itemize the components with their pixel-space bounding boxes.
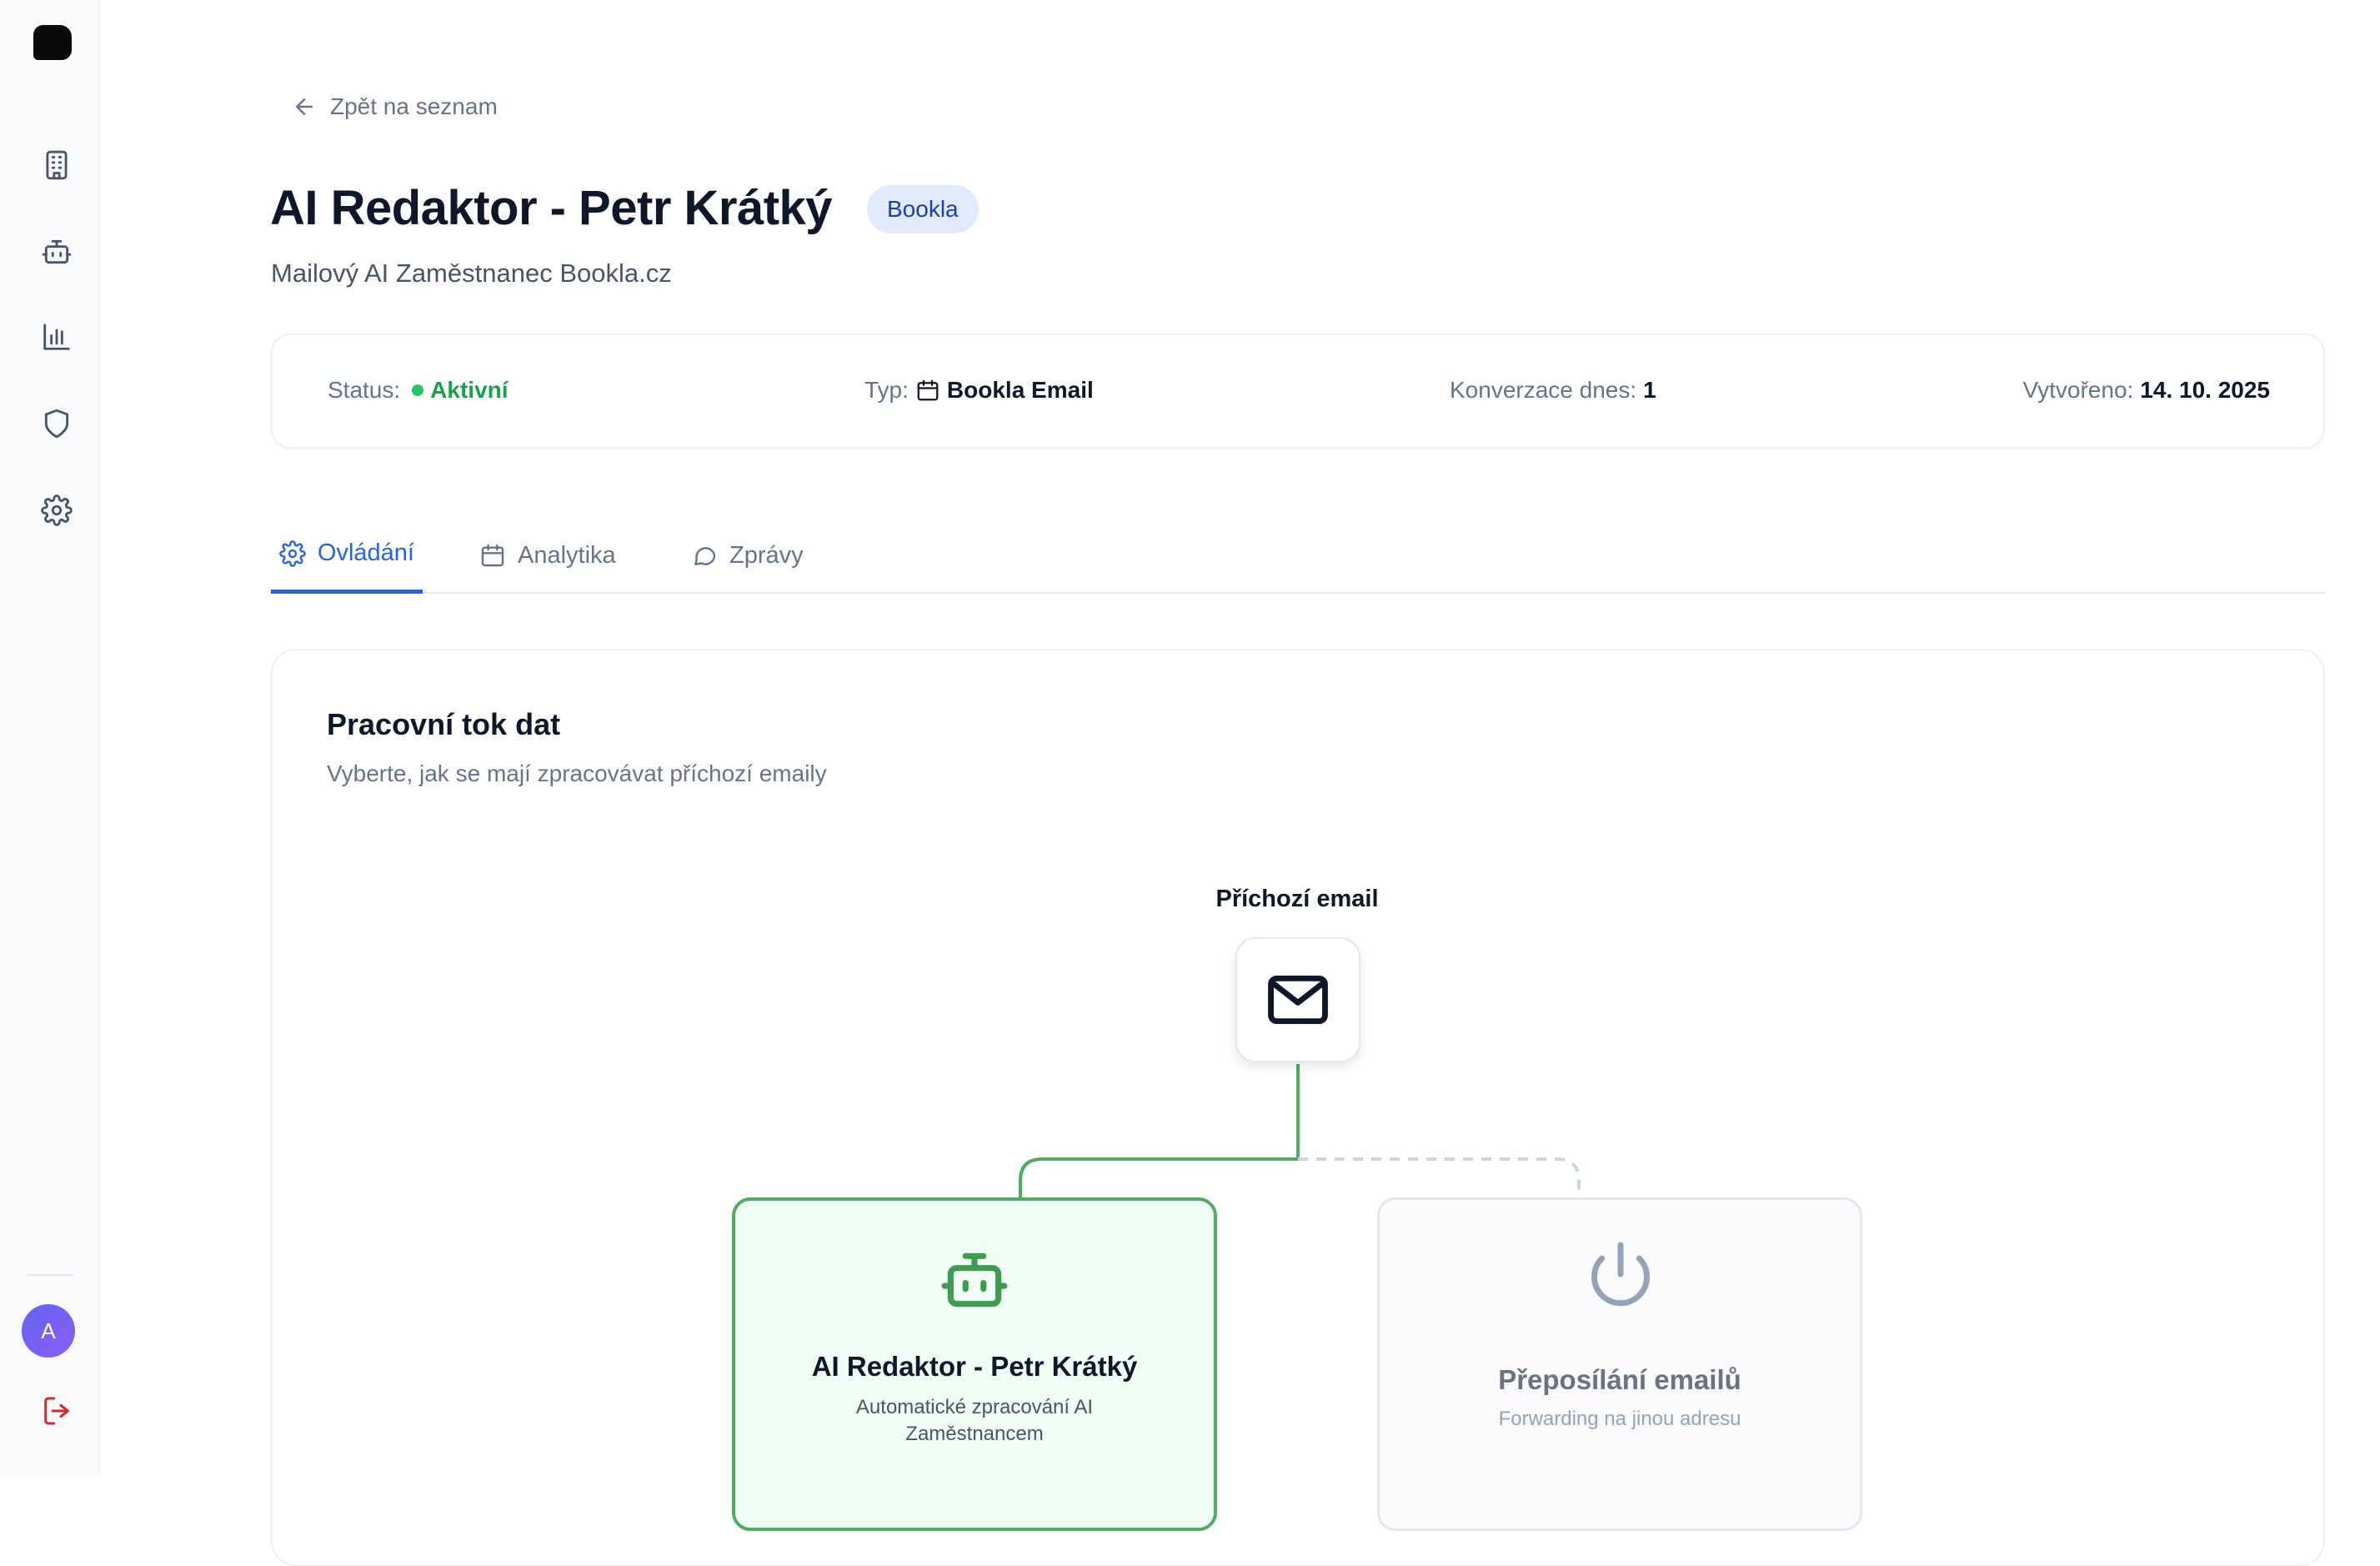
avatar[interactable]: A: [22, 1304, 75, 1358]
power-icon: [1591, 1242, 1650, 1307]
status-dot-icon: [412, 384, 424, 396]
calendar-icon: [481, 544, 504, 567]
tab-zpravy[interactable]: Zprávy: [683, 517, 812, 594]
building-icon[interactable]: [37, 145, 77, 185]
type-label: Typ:: [864, 377, 909, 403]
created-value: 14. 10. 2025: [2140, 377, 2270, 403]
created-label: Vytvořeno:: [2022, 377, 2134, 403]
incoming-email-node: [1235, 937, 1360, 1062]
info-card: Status: Aktivní Typ: Bookla Email Konver…: [271, 334, 2325, 449]
page-title: AI Redaktor - Petr Krátký: [270, 181, 833, 235]
ai-option-description: Automatické zpracování AI Zaměstnancem: [855, 1396, 1094, 1445]
status-info: Status: Aktivní: [328, 377, 509, 404]
sidebar: A: [0, 0, 100, 1475]
status-label: Status:: [328, 377, 401, 403]
app-logo[interactable]: [33, 25, 72, 60]
status-value: Aktivní: [430, 377, 509, 403]
workflow-description: Vyberte, jak se mají zpracovávat příchoz…: [327, 760, 827, 786]
forwarding-option-description: Forwarding na jinou adresu: [1498, 1408, 1741, 1430]
avatar-initial: A: [41, 1318, 56, 1343]
incoming-email-label: Příchozí email: [1215, 886, 1379, 912]
conversations-info: Konverzace dnes: 1: [1450, 377, 1656, 404]
tab-label: Ovládání: [317, 540, 414, 566]
conversations-value: 1: [1643, 377, 1656, 403]
bar-chart-icon[interactable]: [37, 317, 77, 357]
sidebar-divider: [27, 1274, 73, 1276]
ai-option-title: AI Redaktor - Petr Krátký: [811, 1351, 1138, 1382]
tab-label: Analytika: [518, 541, 616, 569]
back-link-label: Zpět na seznam: [330, 93, 498, 119]
bot-icon: [941, 1252, 1008, 1308]
shield-icon[interactable]: [37, 404, 77, 444]
created-info: Vytvořeno: 14. 10. 2025: [2022, 377, 2270, 404]
arrow-left-icon: [296, 98, 313, 115]
tab-label: Zprávy: [729, 541, 804, 569]
tab-bar: Ovládání Analytika Zprávy: [271, 517, 2325, 594]
conversations-label: Konverzace dnes:: [1450, 377, 1637, 403]
mail-icon: [1268, 975, 1328, 1025]
bot-icon[interactable]: [37, 232, 77, 272]
type-info: Typ: Bookla Email: [864, 377, 1094, 404]
logout-icon[interactable]: [37, 1391, 77, 1431]
company-badge: Bookla: [867, 185, 979, 233]
forwarding-option-title: Přeposílání emailů: [1498, 1364, 1741, 1395]
gear-icon: [279, 540, 306, 567]
type-value: Bookla Email: [946, 377, 1094, 403]
calendar-icon: [917, 379, 939, 401]
chat-bubble-icon: [694, 547, 716, 565]
tab-ovladani[interactable]: Ovládání: [271, 517, 423, 594]
gear-icon[interactable]: [37, 490, 77, 530]
tab-analytika[interactable]: Analytika: [471, 517, 624, 594]
back-to-list-link[interactable]: Zpět na seznam: [292, 93, 498, 120]
page-subtitle: Mailový AI Zaměstnanec Bookla.cz: [271, 258, 672, 288]
workflow-title: Pracovní tok dat: [327, 707, 561, 741]
